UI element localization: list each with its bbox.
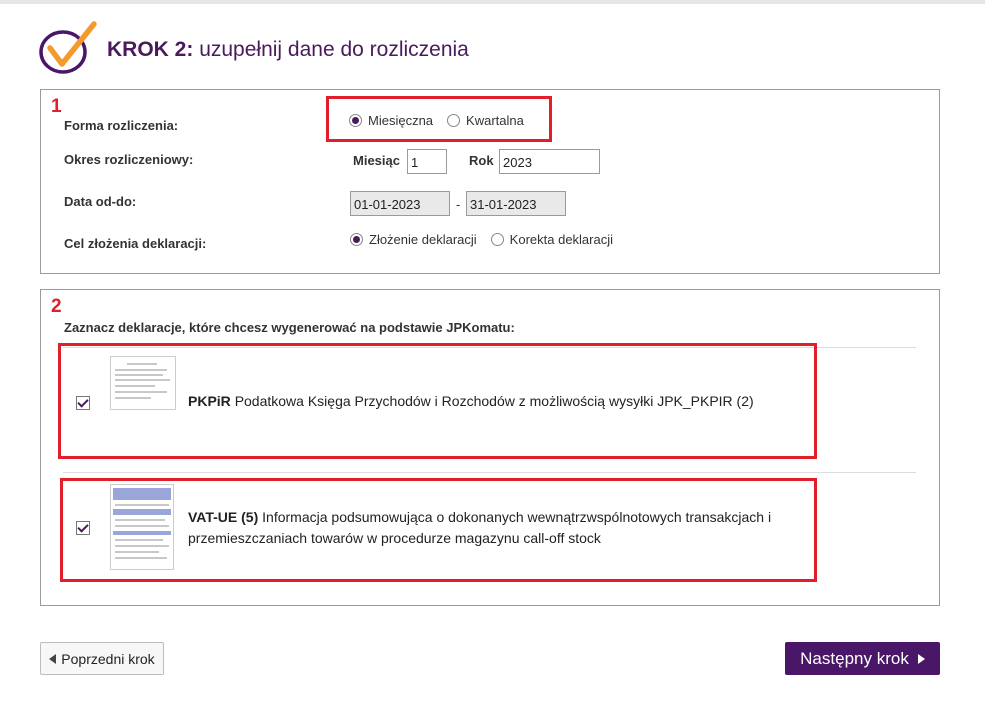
arrow-left-icon xyxy=(49,653,57,664)
rok-input[interactable]: 2023 xyxy=(499,149,600,174)
step-label: KROK 2: xyxy=(107,38,194,61)
pkpir-description: PKPiR Podatkowa Księga Przychodów i Rozc… xyxy=(188,391,808,412)
cel-radio-group: Złożenie deklaracji Korekta deklaracji xyxy=(350,232,627,247)
section-number-2: 2 xyxy=(51,296,62,317)
cel-option-label: Złożenie deklaracji xyxy=(369,232,477,247)
previous-step-label: Poprzedni krok xyxy=(61,650,155,667)
forma-option-label: Miesięczna xyxy=(368,113,434,128)
forma-radio-group: Miesięczna Kwartalna xyxy=(349,113,538,128)
checkmark-logo-icon xyxy=(39,21,97,74)
forma-option-label: Kwartalna xyxy=(466,113,524,128)
settlement-settings-panel: 1 Forma rozliczenia: Miesięczna Kwartaln… xyxy=(40,89,940,274)
section-number-1: 1 xyxy=(51,96,62,117)
page-title: KROK 2: uzupełnij dane do rozliczenia xyxy=(107,38,469,62)
next-step-label: Następny krok xyxy=(800,648,909,668)
declarations-instruction: Zaznacz deklaracje, które chcesz wygener… xyxy=(64,320,515,335)
cel-option-zlozenie[interactable]: Złożenie deklaracji xyxy=(350,232,477,247)
vat-ue-form-thumbnail xyxy=(110,484,174,570)
date-from-input[interactable]: 01-01-2023 xyxy=(350,191,450,216)
cel-option-label: Korekta deklaracji xyxy=(509,232,613,247)
vat-ue-text: Informacja podsumowująca o dokonanych we… xyxy=(188,509,772,546)
forma-option-kwartalna[interactable]: Kwartalna xyxy=(447,113,524,128)
cel-label: Cel złożenia deklaracji: xyxy=(64,236,207,251)
declarations-panel: 2 Zaznacz deklaracje, które chcesz wygen… xyxy=(40,289,940,606)
forma-label: Forma rozliczenia: xyxy=(64,118,179,133)
date-to-input[interactable]: 31-01-2023 xyxy=(466,191,566,216)
page-title-text: uzupełnij dane do rozliczenia xyxy=(199,38,469,61)
vat-ue-checkbox[interactable] xyxy=(76,521,90,535)
next-step-button[interactable]: Następny krok xyxy=(785,642,940,675)
divider xyxy=(63,472,916,473)
radio-button[interactable] xyxy=(447,114,461,127)
pkpir-form-thumbnail xyxy=(110,356,176,410)
miesiac-label: Miesiąc xyxy=(353,153,400,168)
vat-ue-description: VAT-UE (5) Informacja podsumowująca o do… xyxy=(188,507,818,549)
miesiac-input[interactable]: 1 xyxy=(407,149,447,174)
pkpir-code: PKPiR xyxy=(188,393,231,409)
previous-step-button[interactable]: Poprzedni krok xyxy=(40,642,164,675)
rok-label: Rok xyxy=(469,153,494,168)
okres-label: Okres rozliczeniowy: xyxy=(64,152,194,167)
arrow-right-icon xyxy=(917,653,925,664)
pkpir-text: Podatkowa Księga Przychodów i Rozchodów … xyxy=(234,393,754,409)
vat-ue-code: VAT-UE (5) xyxy=(188,509,259,525)
top-bar xyxy=(0,0,985,4)
cel-option-korekta[interactable]: Korekta deklaracji xyxy=(490,232,613,247)
radio-button[interactable] xyxy=(490,233,504,246)
data-od-do-label: Data od-do: xyxy=(64,194,137,209)
forma-option-miesieczna[interactable]: Miesięczna xyxy=(349,113,433,128)
radio-button-checked[interactable] xyxy=(350,233,363,246)
pkpir-checkbox[interactable] xyxy=(76,396,90,410)
date-separator: - xyxy=(456,197,461,212)
radio-button-checked[interactable] xyxy=(349,114,362,127)
